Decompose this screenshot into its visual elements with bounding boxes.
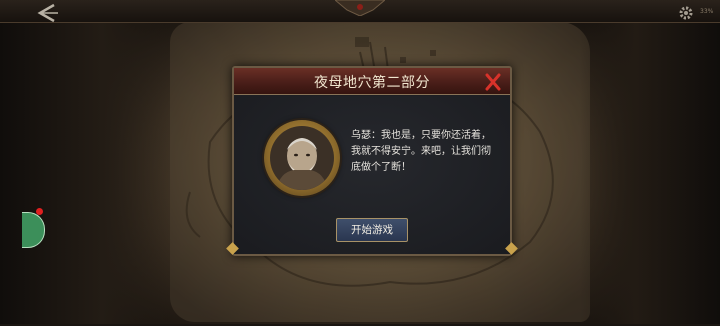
right-shadow [580,0,720,324]
top-frame-bar [0,0,720,23]
left-shadow [0,0,170,324]
notification-dot [36,208,43,215]
dialog-header: 夜母地穴第二部分 [234,68,510,95]
gear-icon [679,6,693,20]
close-button[interactable] [482,71,504,93]
dialog-title: 夜母地穴第二部分 [314,75,430,91]
game-scene: 33% 夜母地穴第二部分 乌瑟：我也是，只要你还活着，我就不得安宁。来吧，让我们… [0,0,720,324]
settings-button[interactable] [678,5,694,21]
back-button[interactable] [34,3,60,23]
start-game-button[interactable]: 开始游戏 [336,218,408,242]
battery-indicator: 33% [700,8,714,15]
character-portrait [264,120,340,196]
back-arrow-icon [37,3,58,23]
dialog-text: 乌瑟：我也是，只要你还活着，我就不得安宁。来吧，让我们彻底做个了断！ [351,130,491,173]
old-man-portrait-icon [270,126,334,190]
ornament-icon [335,0,385,16]
close-x-icon [485,73,501,91]
